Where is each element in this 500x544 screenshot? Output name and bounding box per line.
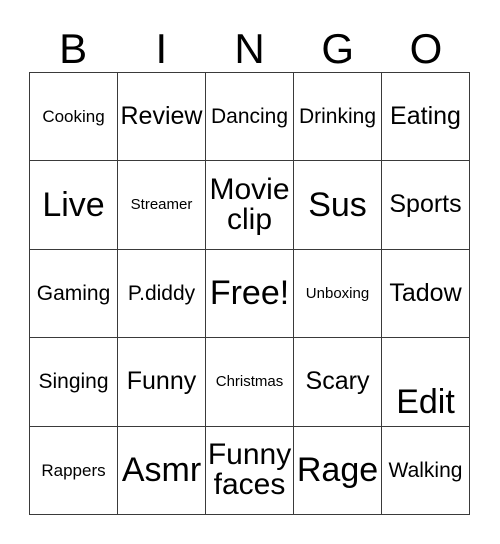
bingo-cell-label: Movie clip: [209, 172, 290, 237]
bingo-cell-label: Rappers: [41, 460, 106, 480]
bingo-header: B I N G O: [29, 14, 470, 72]
bingo-card: B I N G O Cooking Review Dancing Drinkin…: [0, 0, 500, 544]
free-space-label: Free!: [209, 274, 290, 313]
bingo-cell-label: Live: [42, 185, 105, 224]
bingo-cell-r3c5[interactable]: Tadow: [382, 249, 470, 339]
bingo-cell-r4c4[interactable]: Scary: [294, 338, 382, 427]
bingo-cell-r1c1[interactable]: Cooking: [30, 73, 118, 162]
bingo-cell-label: Review: [120, 101, 203, 130]
bingo-cell-r3c1[interactable]: Gaming: [30, 249, 118, 339]
bingo-cell-r4c5[interactable]: Edit: [382, 338, 470, 427]
bingo-cell-r5c3[interactable]: Funny faces: [206, 426, 294, 515]
bingo-cell-r4c2[interactable]: Funny: [118, 338, 206, 427]
bingo-cell-r2c2[interactable]: Streamer: [118, 161, 206, 250]
bingo-cell-r5c1[interactable]: Rappers: [30, 426, 118, 515]
bingo-cell-free-space[interactable]: Free!: [206, 249, 294, 339]
bingo-cell-r4c1[interactable]: Singing: [30, 338, 118, 427]
bingo-cell-label: Unboxing: [305, 284, 370, 302]
bingo-cell-r3c4[interactable]: Unboxing: [294, 249, 382, 339]
bingo-cell-label: Sports: [389, 190, 462, 219]
bingo-cell-label: Drinking: [298, 104, 377, 128]
bingo-cell-label: Funny: [126, 367, 197, 396]
bingo-cell-label: Tadow: [389, 278, 462, 307]
header-letter-i: I: [155, 25, 168, 72]
header-letter-b: B: [59, 25, 88, 72]
bingo-grid: Cooking Review Dancing Drinking Eating L…: [29, 72, 470, 515]
bingo-cell-r2c1[interactable]: Live: [30, 161, 118, 250]
bingo-cell-r4c3[interactable]: Christmas: [206, 338, 294, 427]
bingo-cell-r2c5[interactable]: Sports: [382, 161, 470, 250]
bingo-cell-r5c4[interactable]: Rage: [294, 426, 382, 515]
bingo-cell-label: Christmas: [215, 373, 284, 391]
bingo-cell-label: Gaming: [36, 281, 111, 305]
bingo-cell-label: Edit: [396, 382, 455, 421]
bingo-cell-r5c5[interactable]: Walking: [382, 426, 470, 515]
bingo-cell-r1c2[interactable]: Review: [118, 73, 206, 162]
bingo-cell-label: Streamer: [130, 196, 193, 214]
bingo-cell-r2c3[interactable]: Movie clip: [206, 161, 294, 250]
header-letter-o: O: [409, 25, 443, 72]
bingo-cell-r1c4[interactable]: Drinking: [294, 73, 382, 162]
bingo-cell-label: Funny faces: [207, 437, 292, 502]
bingo-cell-label: Singing: [38, 370, 109, 394]
bingo-cell-label: Scary: [305, 367, 370, 396]
bingo-cell-label: Eating: [390, 101, 461, 130]
bingo-cell-label: Rage: [296, 450, 379, 489]
bingo-cell-label: Cooking: [42, 107, 105, 127]
bingo-cell-label: Asmr: [121, 450, 202, 489]
bingo-cell-r1c3[interactable]: Dancing: [206, 73, 294, 162]
header-letter-n: N: [234, 25, 265, 72]
bingo-cell-r2c4[interactable]: Sus: [294, 161, 382, 250]
bingo-cell-label: P.diddy: [127, 281, 196, 305]
bingo-cell-r5c2[interactable]: Asmr: [118, 426, 206, 515]
bingo-cell-r3c2[interactable]: P.diddy: [118, 249, 206, 339]
bingo-cell-label: Dancing: [210, 104, 289, 128]
header-letter-g: G: [321, 25, 355, 72]
bingo-cell-label: Sus: [308, 185, 367, 224]
bingo-cell-r1c5[interactable]: Eating: [382, 73, 470, 162]
bingo-cell-label: Walking: [388, 458, 463, 482]
